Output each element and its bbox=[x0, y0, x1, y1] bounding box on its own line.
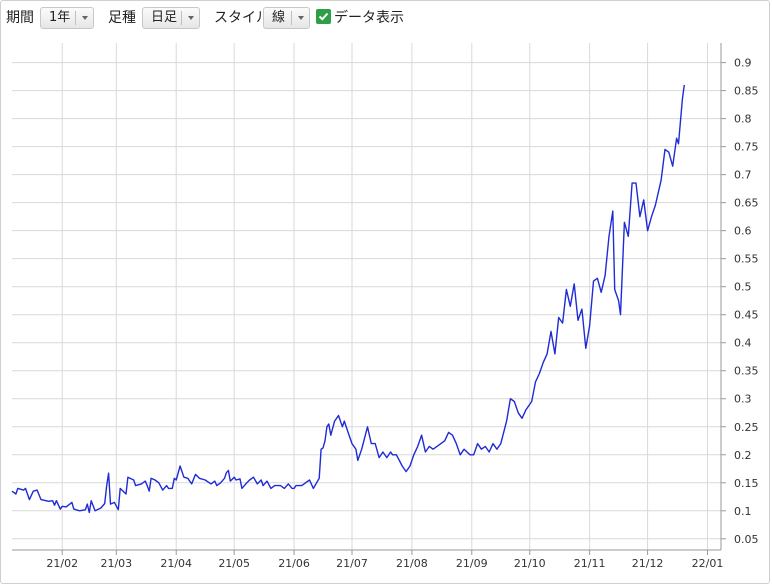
series-line bbox=[11, 84, 685, 514]
x-tick-label: 21/10 bbox=[514, 557, 546, 570]
y-tick-label: 0.6 bbox=[734, 225, 752, 238]
y-tick-label: 0.7 bbox=[734, 169, 752, 182]
y-tick-label: 0.5 bbox=[734, 281, 752, 294]
series bbox=[11, 84, 685, 514]
y-tick-label: 0.2 bbox=[734, 449, 752, 462]
y-tick-label: 0.9 bbox=[734, 57, 752, 70]
x-tick-label: 22/01 bbox=[692, 557, 724, 570]
y-tick-label: 0.05 bbox=[734, 533, 759, 546]
y-tick-label: 0.65 bbox=[734, 197, 759, 210]
x-tick-label: 21/05 bbox=[218, 557, 250, 570]
y-tick-label: 0.45 bbox=[734, 309, 759, 322]
y-tick-label: 0.35 bbox=[734, 365, 759, 378]
x-tick-label: 21/11 bbox=[574, 557, 606, 570]
y-tick-label: 0.3 bbox=[734, 393, 752, 406]
x-tick-label: 21/06 bbox=[278, 557, 310, 570]
x-axis-labels: 21/02 21/03 21/04 21/05 21/06 21/07 21/08 21/09… bbox=[46, 557, 723, 570]
y-tick-label: 0.85 bbox=[734, 85, 759, 98]
y-tick-label: 0.1 bbox=[734, 505, 752, 518]
x-tick-label: 21/09 bbox=[456, 557, 488, 570]
x-tick-label: 21/04 bbox=[160, 557, 192, 570]
y-tick-label: 0.8 bbox=[734, 113, 752, 126]
grid bbox=[12, 43, 721, 550]
x-tick-label: 21/03 bbox=[100, 557, 132, 570]
axes bbox=[12, 43, 726, 555]
y-axis-labels: 0.05 0.1 0.15 0.2 0.25 0.3 0.35 0.4 0.45 0.5 0.55 0… bbox=[734, 57, 759, 546]
y-tick-label: 0.55 bbox=[734, 253, 759, 266]
x-tick-label: 21/02 bbox=[46, 557, 78, 570]
x-tick-label: 21/07 bbox=[336, 557, 368, 570]
y-tick-label: 0.25 bbox=[734, 421, 759, 434]
x-tick-label: 21/12 bbox=[632, 557, 664, 570]
y-tick-label: 0.15 bbox=[734, 477, 759, 490]
y-tick-label: 0.75 bbox=[734, 141, 759, 154]
price-chart: 0.05 0.1 0.15 0.2 0.25 0.3 0.35 0.4 0.45 0.5 0.55 0… bbox=[11, 43, 759, 570]
x-tick-label: 21/08 bbox=[396, 557, 428, 570]
y-tick-label: 0.4 bbox=[734, 337, 752, 350]
